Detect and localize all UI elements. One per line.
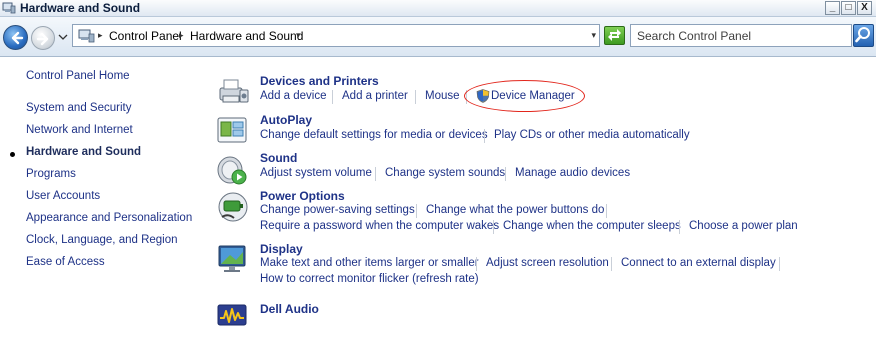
separator: [779, 257, 780, 271]
autoplay-icon: [217, 117, 247, 143]
dell-audio-icon: [217, 304, 247, 326]
task-add-a-printer[interactable]: Add a printer: [342, 90, 408, 102]
separator: [606, 204, 607, 218]
separator: [611, 257, 612, 271]
address-bar[interactable]: ▸ Control Panel ▸ Hardware and Sound ▾ ▾: [72, 24, 600, 47]
back-button[interactable]: [3, 25, 28, 50]
power-options-icon: [218, 192, 248, 222]
maximize-button[interactable]: □: [841, 1, 856, 15]
close-button[interactable]: X: [857, 1, 872, 15]
category-title-devices-and-printers[interactable]: Devices and Printers: [260, 74, 379, 88]
sidebar-item-user-accounts[interactable]: User Accounts: [26, 190, 100, 202]
sidebar-item-system-and-security[interactable]: System and Security: [26, 102, 131, 114]
category-title-display[interactable]: Display: [260, 242, 303, 256]
separator: [505, 167, 506, 181]
separator: [493, 220, 494, 234]
task-correct-monitor-flicker[interactable]: How to correct monitor flicker (refresh …: [260, 273, 479, 285]
back-arrow-icon: [11, 31, 24, 45]
search-box[interactable]: [630, 24, 852, 47]
control-panel-icon: [78, 29, 95, 43]
sidebar-item-hardware-and-sound: Hardware and Sound: [26, 146, 142, 158]
breadcrumb-chevron-icon[interactable]: ▾: [296, 30, 301, 41]
separator: [484, 129, 485, 143]
separator: [415, 90, 416, 104]
task-mouse[interactable]: Mouse: [425, 90, 460, 102]
task-change-default-settings-media[interactable]: Change default settings for media or dev…: [260, 129, 488, 141]
current-page-bullet: [10, 152, 15, 157]
category-title-sound[interactable]: Sound: [260, 151, 297, 165]
task-change-power-buttons[interactable]: Change what the power buttons do: [426, 204, 604, 216]
device-manager-highlight-ring: [464, 80, 585, 112]
task-change-system-sounds[interactable]: Change system sounds: [385, 167, 505, 179]
search-input[interactable]: [631, 25, 851, 46]
separator: [416, 204, 417, 218]
task-choose-power-plan[interactable]: Choose a power plan: [689, 220, 798, 232]
separator: [375, 167, 376, 181]
breadcrumb-root-chevron-icon[interactable]: ▸: [98, 30, 103, 41]
task-change-power-saving-settings[interactable]: Change power-saving settings: [260, 204, 415, 216]
search-icon: [855, 27, 870, 43]
category-title-dell-audio[interactable]: Dell Audio: [260, 302, 319, 316]
refresh-icon: [608, 29, 621, 41]
task-change-when-computer-sleeps[interactable]: Change when the computer sleeps: [503, 220, 681, 232]
sidebar-item-clock-language-region[interactable]: Clock, Language, and Region: [26, 234, 178, 246]
sidebar-item-control-panel-home[interactable]: Control Panel Home: [26, 70, 130, 82]
task-add-a-device[interactable]: Add a device: [260, 90, 327, 102]
separator: [679, 220, 680, 234]
devices-printers-icon: [219, 79, 249, 103]
title-bar: Hardware and Sound _ □ X: [0, 0, 876, 17]
task-require-password-on-wake[interactable]: Require a password when the computer wak…: [260, 220, 499, 232]
address-dropdown-icon[interactable]: ▾: [591, 30, 596, 41]
control-panel-icon: [2, 2, 16, 14]
sidebar-item-appearance-and-personalization[interactable]: Appearance and Personalization: [26, 212, 192, 224]
breadcrumb-chevron-icon[interactable]: ▸: [179, 30, 184, 41]
sidebar-item-network-and-internet[interactable]: Network and Internet: [26, 124, 133, 136]
task-play-cds-automatically[interactable]: Play CDs or other media automatically: [494, 129, 690, 141]
category-title-autoplay[interactable]: AutoPlay: [260, 113, 312, 127]
separator: [476, 257, 477, 271]
task-connect-external-display[interactable]: Connect to an external display: [621, 257, 776, 269]
task-adjust-system-volume[interactable]: Adjust system volume: [260, 167, 372, 179]
recent-pages-dropdown-icon[interactable]: [58, 33, 68, 41]
forward-button[interactable]: [31, 26, 55, 50]
breadcrumb-hardware-and-sound[interactable]: Hardware and Sound: [190, 29, 303, 43]
breadcrumb-control-panel[interactable]: Control Panel: [109, 29, 182, 43]
separator: [332, 90, 333, 104]
minimize-button[interactable]: _: [825, 1, 840, 15]
window-title: Hardware and Sound: [20, 1, 141, 15]
forward-arrow-icon: [36, 32, 49, 46]
display-monitor-icon: [218, 245, 246, 272]
search-button[interactable]: [853, 24, 874, 47]
task-make-text-larger-or-smaller[interactable]: Make text and other items larger or smal…: [260, 257, 479, 269]
left-navigation-pane: Control Panel Home System and Security N…: [0, 58, 200, 340]
task-adjust-screen-resolution[interactable]: Adjust screen resolution: [486, 257, 609, 269]
task-manage-audio-devices[interactable]: Manage audio devices: [515, 167, 630, 179]
speaker-icon: [217, 156, 247, 185]
refresh-button[interactable]: [604, 26, 625, 45]
category-title-power-options[interactable]: Power Options: [260, 189, 345, 203]
sidebar-item-programs[interactable]: Programs: [26, 168, 76, 180]
sidebar-item-ease-of-access[interactable]: Ease of Access: [26, 256, 105, 268]
navigation-bar: ▸ Control Panel ▸ Hardware and Sound ▾ ▾: [0, 17, 876, 57]
